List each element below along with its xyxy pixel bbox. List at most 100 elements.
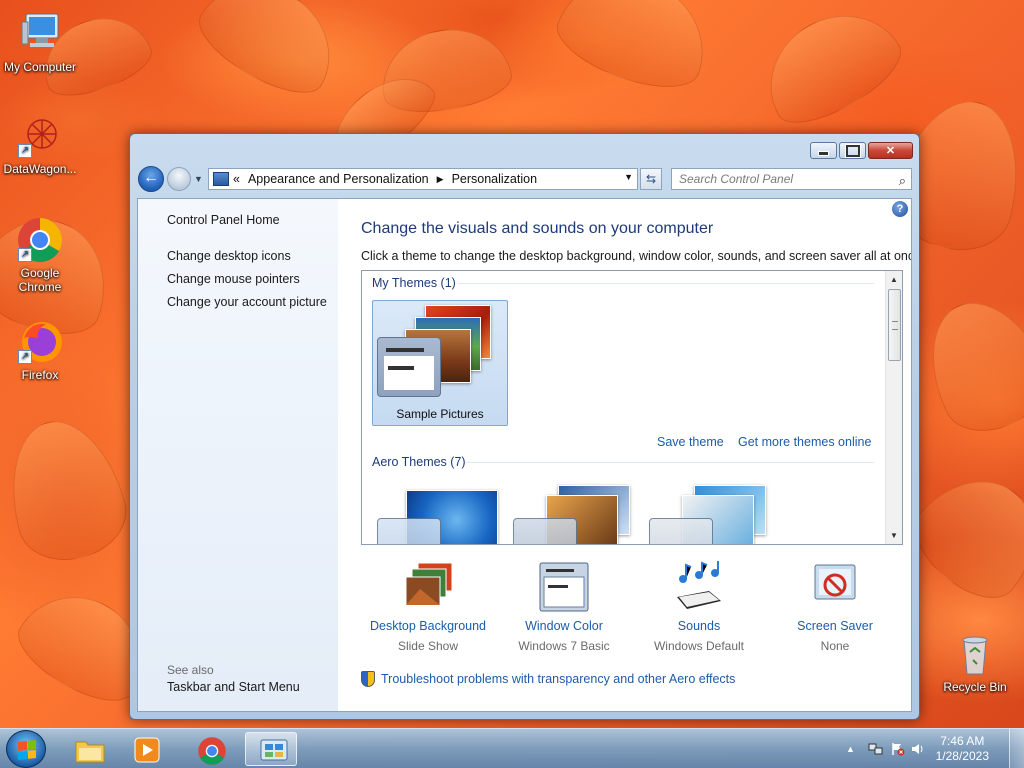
back-button[interactable]: ← [138,166,164,192]
window-color-preview [377,518,441,544]
desktop-icon-firefox[interactable]: ↗ Firefox [0,318,80,382]
setting-label: Sounds [677,619,721,633]
get-more-themes-link[interactable]: Get more themes online [738,435,871,449]
page-title: Change the visuals and sounds on your co… [361,220,714,237]
action-center-icon[interactable] [890,742,905,756]
help-icon: ? [896,203,904,215]
shield-icon [361,671,375,687]
forward-button[interactable] [167,167,191,191]
windows-logo-icon [18,740,36,760]
maximize-button[interactable] [839,142,866,159]
minimize-icon [811,143,836,158]
chrome-icon: ↗ [16,216,64,264]
window-color-setting[interactable]: Window Color Windows 7 Basic [496,561,632,653]
address-dropdown-icon[interactable]: ▼ [624,172,633,182]
close-button[interactable]: ✕ [868,142,913,159]
change-desktop-icons-link[interactable]: Change desktop icons [167,249,291,263]
media-player-icon [133,736,160,763]
change-account-picture-link[interactable]: Change your account picture [167,295,327,309]
shortcut-arrow-icon: ↗ [18,350,32,364]
network-icon[interactable] [868,742,883,756]
title-bar-buttons: ✕ [810,142,913,159]
window-color-preview [513,518,577,544]
show-hidden-icons-icon[interactable]: ▲ [846,744,861,758]
taskbar-control-panel[interactable] [245,732,297,766]
personalization-window[interactable]: ✕ ← ▼ « Appearance and Personalization ▶… [129,133,920,720]
scroll-down-arrow-icon[interactable]: ▼ [886,527,902,544]
control-panel-icon [259,737,288,763]
screen-saver-setting[interactable]: Screen Saver None [767,561,903,653]
navigation-bar: ← ▼ « Appearance and Personalization ▶ P… [138,166,912,192]
control-panel-home-link[interactable]: Control Panel Home [167,213,280,227]
taskbar: ▲ 7:46 AM 1/28/2023 [0,728,1024,768]
group-divider [466,462,874,463]
refresh-button[interactable]: ⇆ [640,168,662,190]
explorer-icon [74,736,105,763]
start-button[interactable] [6,730,46,768]
desktop-background-setting[interactable]: Desktop Background Slide Show [360,561,496,653]
taskbar-media-player[interactable] [120,732,172,766]
recent-pages-dropdown[interactable]: ▼ [194,174,204,184]
breadcrumb-overflow[interactable]: « [233,172,240,186]
content-area: Control Panel Home Change desktop icons … [137,198,912,712]
change-mouse-pointers-link[interactable]: Change mouse pointers [167,272,300,286]
desktop-icon-label: Recycle Bin [943,680,1007,694]
search-input[interactable]: Search Control Panel ⌕ [671,168,912,190]
group-divider [458,283,874,284]
refresh-icon: ⇆ [645,172,657,186]
show-desktop-button[interactable] [1009,729,1024,768]
search-placeholder: Search Control Panel [679,172,794,186]
troubleshoot-aero-link[interactable]: Troubleshoot problems with transparency … [361,671,735,687]
setting-label: Screen Saver [797,619,873,633]
theme-list[interactable]: My Themes (1) Sample Pictures Save theme… [361,270,903,545]
firefox-icon: ↗ [16,318,64,366]
desktop-icon-datawagon[interactable]: ↗ DataWagon... [0,112,80,176]
control-panel-icon [213,172,229,186]
aero-themes-heading: Aero Themes (7) [372,455,466,469]
back-arrow-icon: ← [143,169,159,186]
breadcrumb-appearance[interactable]: Appearance and Personalization [248,172,429,186]
window-color-preview [377,337,441,397]
chrome-icon [197,736,226,765]
main-pane: ? Change the visuals and sounds on your … [338,199,911,711]
desktop-icon-recycle-bin[interactable]: Recycle Bin [935,630,1015,694]
clock-time: 7:46 AM [940,734,985,748]
maximize-icon [840,143,865,158]
window-color-icon [536,561,592,613]
system-tray: ▲ 7:46 AM 1/28/2023 [834,729,1024,768]
minimize-button[interactable] [810,142,837,159]
shortcut-arrow-icon: ↗ [18,144,32,158]
taskbar-start-menu-link[interactable]: Taskbar and Start Menu [167,680,300,694]
help-button[interactable]: ? [892,201,908,217]
scroll-thumb[interactable] [888,289,901,361]
troubleshoot-label: Troubleshoot problems with transparency … [381,672,736,686]
theme-name: Sample Pictures [396,407,484,421]
shortcut-arrow-icon: ↗ [18,248,32,262]
desktop-icon-google-chrome[interactable]: ↗ Google Chrome [0,216,80,294]
setting-label: Desktop Background [369,619,487,633]
desktop-icon-my-computer[interactable]: My Computer [0,10,80,74]
clock[interactable]: 7:46 AM 1/28/2023 [936,734,989,764]
search-icon[interactable]: ⌕ [899,171,906,191]
setting-value: Slide Show [397,639,459,653]
sounds-setting[interactable]: Sounds Windows Default [631,561,767,653]
desktop-icon-label: Google Chrome [18,266,62,294]
desktop-icon-label: Firefox [21,368,59,382]
chevron-down-icon: ▼ [194,174,203,184]
volume-icon[interactable] [910,742,925,756]
breadcrumb-separator-icon[interactable]: ▶ [437,174,444,185]
theme-list-scrollbar[interactable]: ▲ ▼ [885,271,902,544]
theme-sample-pictures[interactable]: Sample Pictures [372,300,508,426]
save-theme-link[interactable]: Save theme [657,435,724,449]
datawagon-icon: ↗ [16,112,64,160]
my-themes-heading: My Themes (1) [372,276,456,290]
desktop-icon-label: My Computer [3,60,77,74]
taskbar-chrome[interactable] [184,732,236,766]
see-also-heading: See also [167,663,214,677]
desktop-background-icon [400,561,456,613]
address-bar[interactable]: « Appearance and Personalization ▶ Perso… [208,168,638,190]
close-icon: ✕ [885,145,896,157]
scroll-up-arrow-icon[interactable]: ▲ [886,271,902,288]
breadcrumb-personalization[interactable]: Personalization [452,172,537,186]
taskbar-explorer[interactable] [61,732,113,766]
